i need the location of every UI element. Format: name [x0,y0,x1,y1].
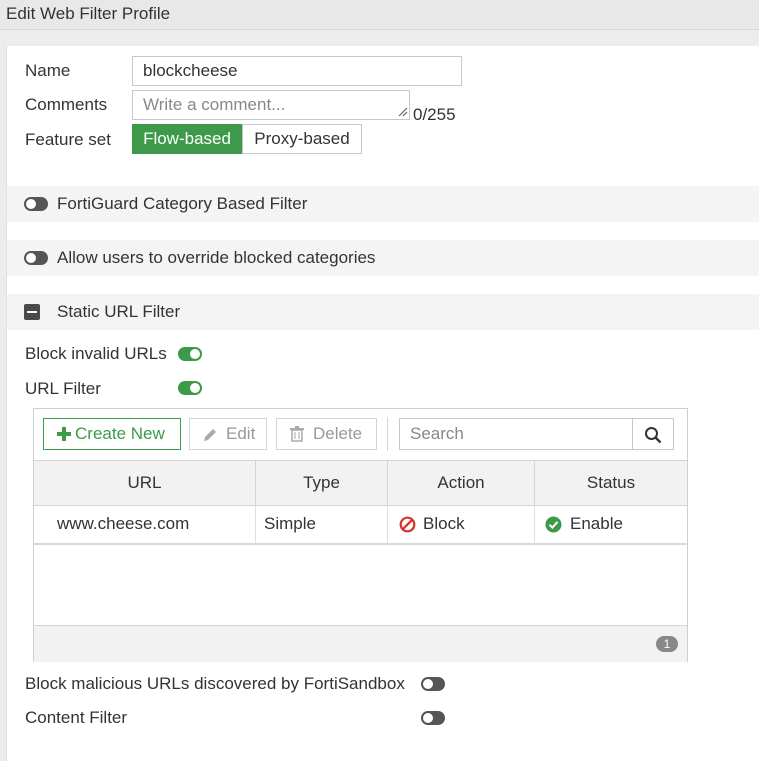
search-button[interactable] [632,418,674,450]
override-section-header: Allow users to override blocked categori… [7,240,759,276]
feature-set-flow-button[interactable]: Flow-based [132,124,242,154]
create-new-label: Create New [75,424,165,443]
column-header-type[interactable]: Type [256,461,388,505]
cell-url: www.cheese.com [34,505,256,543]
toolbar-divider [387,417,388,451]
profile-panel: Name Comments 0/255 Feature set Flow-bas… [6,46,759,761]
sandbox-label: Block malicious URLs discovered by Forti… [25,674,405,693]
status-text: Enable [570,514,623,533]
table-footer: 1 [34,625,687,662]
fortiguard-section-header: FortiGuard Category Based Filter [7,186,759,222]
search-icon [645,427,662,444]
plus-icon [57,427,71,441]
name-label: Name [25,61,71,80]
override-toggle[interactable] [24,251,48,265]
action-text: Block [423,514,465,533]
trash-icon [290,426,304,442]
table-header: URL Type Action Status [34,460,687,506]
override-section-title: Allow users to override blocked categori… [57,248,376,267]
column-header-action[interactable]: Action [388,461,535,505]
table-row[interactable]: www.cheese.com Simple Block Enable [34,505,687,545]
delete-label: Delete [313,424,363,443]
cell-type: Simple [256,505,388,543]
search-input[interactable] [399,418,633,450]
resize-handle-icon[interactable] [398,107,408,117]
create-new-button[interactable]: Create New [43,418,181,450]
block-invalid-urls-label: Block invalid URLs [25,344,167,363]
check-circle-icon [545,516,562,533]
fortiguard-toggle[interactable] [24,197,48,211]
edit-label: Edit [226,424,256,443]
block-invalid-urls-toggle[interactable] [178,347,202,361]
content-filter-label: Content Filter [25,708,128,727]
row-count-badge: 1 [656,636,678,652]
pencil-icon [204,429,216,441]
comments-counter: 0/255 [413,105,456,124]
static-url-section-header: Static URL Filter [7,294,759,330]
content-filter-toggle[interactable] [421,711,445,725]
collapse-minus-icon[interactable] [24,304,40,320]
cell-status: Enable [535,505,687,543]
static-url-section-title: Static URL Filter [57,302,181,321]
feature-set-proxy-button[interactable]: Proxy-based [242,124,362,154]
url-filter-toggle[interactable] [178,381,202,395]
edit-button[interactable]: Edit [189,418,267,450]
feature-set-label: Feature set [25,130,111,149]
url-filter-label: URL Filter [25,379,101,398]
delete-button[interactable]: Delete [276,418,377,450]
name-input[interactable] [132,56,462,86]
sandbox-toggle[interactable] [421,677,445,691]
column-header-url[interactable]: URL [34,461,256,505]
block-icon [399,516,416,533]
fortiguard-section-title: FortiGuard Category Based Filter [57,194,308,213]
window-title: Edit Web Filter Profile [0,0,759,30]
comments-label: Comments [25,95,108,114]
url-filter-table: Create New Edit Delete URL [33,408,688,662]
comments-textarea[interactable] [132,90,410,120]
column-header-status[interactable]: Status [535,461,687,505]
cell-action: Block [388,505,535,543]
